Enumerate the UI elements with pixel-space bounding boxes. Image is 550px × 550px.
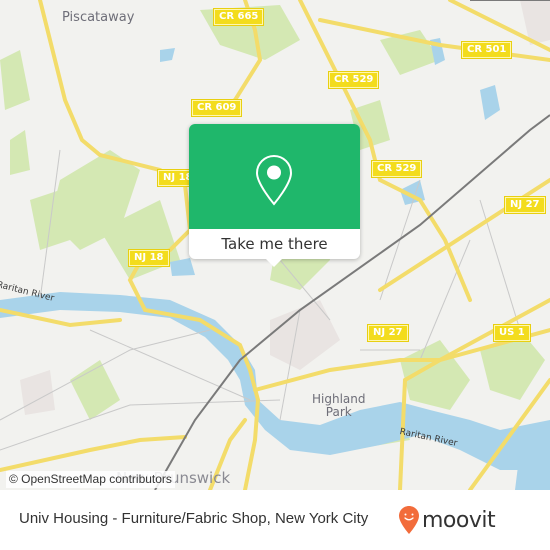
road-label-nj18-b: NJ 18 — [128, 249, 170, 267]
road-label-cr529-top: CR 529 — [327, 71, 380, 89]
road-label-cr665: CR 665 — [212, 8, 265, 26]
road-label-cr529-mid: CR 529 — [370, 160, 423, 178]
osm-attribution[interactable]: © OpenStreetMap contributors — [6, 471, 175, 488]
take-me-there-button[interactable]: Take me there — [189, 229, 360, 259]
moovit-logo[interactable]: moovit — [398, 505, 496, 535]
place-label-piscataway: Piscataway — [62, 10, 135, 25]
road-label-us1: US 1 — [493, 324, 531, 342]
map-canvas[interactable]: Piscataway Highland Park New Brunswick C… — [0, 0, 550, 490]
map-pin-icon — [255, 154, 293, 206]
location-title: Univ Housing - Furniture/Fabric Shop, Ne… — [19, 510, 369, 527]
road-label-cr609: CR 609 — [190, 99, 243, 117]
footer-bar: Univ Housing - Furniture/Fabric Shop, Ne… — [0, 490, 550, 550]
popup-pointer — [265, 258, 283, 267]
place-label-highland-park: Highland Park — [312, 392, 366, 419]
road-label-nj27-right: NJ 27 — [504, 196, 546, 214]
road-label-cr501: CR 501 — [460, 41, 513, 59]
destination-popup[interactable]: Take me there — [189, 124, 360, 267]
moovit-pin-logo-icon — [399, 506, 419, 534]
moovit-wordmark: moovit — [422, 507, 496, 533]
popup-header — [189, 124, 360, 229]
road-label-nj27-mid: NJ 27 — [367, 324, 409, 342]
